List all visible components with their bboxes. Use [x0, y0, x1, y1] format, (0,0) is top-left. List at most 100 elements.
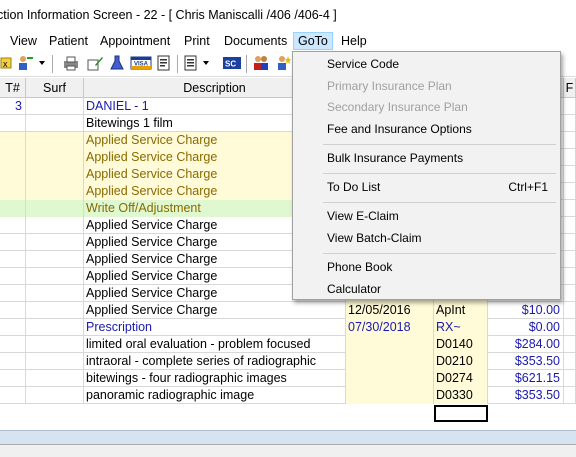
cell-surface[interactable] — [26, 234, 84, 251]
form-list-icon[interactable] — [182, 54, 200, 72]
cell-f[interactable] — [564, 387, 576, 404]
cell-amount[interactable]: $10.00 — [488, 302, 564, 319]
column-header-tooth[interactable]: T# — [0, 78, 26, 98]
cell-f[interactable] — [564, 115, 576, 132]
printer-icon[interactable] — [62, 54, 80, 72]
person-plus-icon[interactable] — [16, 54, 34, 72]
table-row[interactable]: bitewings - four radiographic images D027… — [0, 370, 576, 387]
cell-date[interactable] — [346, 353, 434, 370]
form-dropdown-caret[interactable] — [203, 61, 209, 65]
person-star-icon[interactable] — [274, 54, 292, 72]
cell-f[interactable] — [564, 319, 576, 336]
cell-f[interactable] — [564, 183, 576, 200]
cell-code[interactable]: D0330 — [434, 387, 488, 404]
table-row[interactable]: intraoral - complete series of radiograp… — [0, 353, 576, 370]
cell-tooth[interactable] — [0, 353, 26, 370]
cell-surface[interactable] — [26, 166, 84, 183]
cell-f[interactable] — [564, 149, 576, 166]
cell-surface[interactable] — [26, 268, 84, 285]
cell-surface[interactable] — [26, 302, 84, 319]
cell-f[interactable] — [564, 166, 576, 183]
table-row[interactable]: panoramic radiographic image D0330 $353.50 — [0, 387, 576, 404]
menu-item-to-do-list[interactable]: To Do List Ctrl+F1 — [293, 177, 560, 198]
cell-tooth[interactable] — [0, 387, 26, 404]
menu-help[interactable]: Help — [337, 32, 371, 50]
cell-code[interactable]: D0140 — [434, 336, 488, 353]
cell-date[interactable] — [346, 387, 434, 404]
cell-tooth[interactable] — [0, 166, 26, 183]
cell-tooth[interactable] — [0, 200, 26, 217]
menu-patient[interactable]: Patient — [45, 32, 92, 50]
pencil-form-icon[interactable] — [86, 54, 104, 72]
cell-surface[interactable] — [26, 370, 84, 387]
cell-tooth[interactable] — [0, 132, 26, 149]
cell-surface[interactable] — [26, 387, 84, 404]
cell-tooth[interactable] — [0, 268, 26, 285]
menu-view[interactable]: View — [6, 32, 41, 50]
sc-icon[interactable]: SC — [222, 54, 242, 72]
cell-f[interactable] — [564, 217, 576, 234]
visa-card-icon[interactable]: VISA — [130, 54, 152, 72]
cell-code[interactable]: ApInt — [434, 302, 488, 319]
cell-description[interactable]: Applied Service Charge — [84, 302, 346, 319]
menu-item-view-batch-claim[interactable]: View Batch-Claim — [293, 228, 560, 249]
cell-f[interactable] — [564, 234, 576, 251]
cell-tooth[interactable]: 3 — [0, 98, 26, 115]
cell-tooth[interactable] — [0, 183, 26, 200]
cell-surface[interactable] — [26, 336, 84, 353]
cell-tooth[interactable] — [0, 302, 26, 319]
cell-tooth[interactable] — [0, 251, 26, 268]
cell-tooth[interactable] — [0, 285, 26, 302]
menu-item-bulk-insurance-payments[interactable]: Bulk Insurance Payments — [293, 148, 560, 169]
cell-amount[interactable]: $284.00 — [488, 336, 564, 353]
menu-item-calculator[interactable]: Calculator — [293, 279, 560, 300]
table-row[interactable]: limited oral evaluation - problem focuse… — [0, 336, 576, 353]
cell-surface[interactable] — [26, 285, 84, 302]
cell-code[interactable]: RX~ — [434, 319, 488, 336]
table-row[interactable]: Prescription 07/30/2018 RX~ $0.00 — [0, 319, 576, 336]
cell-surface[interactable] — [26, 319, 84, 336]
people-icon[interactable] — [252, 54, 270, 72]
cell-tooth[interactable] — [0, 336, 26, 353]
cell-description[interactable]: intraoral - complete series of radiograp… — [84, 353, 346, 370]
column-header-f[interactable]: F — [564, 78, 576, 98]
cell-code[interactable]: D0210 — [434, 353, 488, 370]
cell-amount[interactable]: $0.00 — [488, 319, 564, 336]
person-dropdown-caret[interactable] — [39, 61, 45, 65]
cell-f[interactable] — [564, 285, 576, 302]
cell-date[interactable]: 07/30/2018 — [346, 319, 434, 336]
cell-code[interactable]: D0274 — [434, 370, 488, 387]
menu-item-phone-book[interactable]: Phone Book — [293, 257, 560, 278]
cell-tooth[interactable] — [0, 149, 26, 166]
cell-description[interactable]: panoramic radiographic image — [84, 387, 346, 404]
horizontal-scrollbar[interactable] — [0, 430, 576, 444]
cell-f[interactable] — [564, 132, 576, 149]
menu-item-view-e-claim[interactable]: View E-Claim — [293, 206, 560, 227]
cell-surface[interactable] — [26, 200, 84, 217]
table-row[interactable]: Applied Service Charge 12/05/2016 ApInt $10… — [0, 302, 576, 319]
cell-date[interactable] — [346, 370, 434, 387]
menu-item-fee-and-insurance-options[interactable]: Fee and Insurance Options — [293, 119, 560, 140]
cell-surface[interactable] — [26, 132, 84, 149]
cell-tooth[interactable] — [0, 115, 26, 132]
menu-documents[interactable]: Documents — [220, 32, 291, 50]
selected-cell[interactable] — [434, 405, 488, 422]
menu-item-service-code[interactable]: Service Code — [293, 54, 560, 75]
menu-goto[interactable]: GoTo — [293, 32, 333, 50]
cell-amount[interactable]: $621.15 — [488, 370, 564, 387]
cell-f[interactable] — [564, 370, 576, 387]
menu-appointment[interactable]: Appointment — [96, 32, 174, 50]
cell-f[interactable] — [564, 200, 576, 217]
cell-surface[interactable] — [26, 353, 84, 370]
cell-surface[interactable] — [26, 115, 84, 132]
menu-print[interactable]: Print — [180, 32, 214, 50]
cell-surface[interactable] — [26, 251, 84, 268]
chemistry-flask-icon[interactable] — [108, 54, 126, 72]
cell-description[interactable]: bitewings - four radiographic images — [84, 370, 346, 387]
cell-f[interactable] — [564, 268, 576, 285]
document-list-icon[interactable] — [155, 54, 173, 72]
cell-f[interactable] — [564, 98, 576, 115]
cell-surface[interactable] — [26, 217, 84, 234]
cell-f[interactable] — [564, 302, 576, 319]
cell-tooth[interactable] — [0, 319, 26, 336]
